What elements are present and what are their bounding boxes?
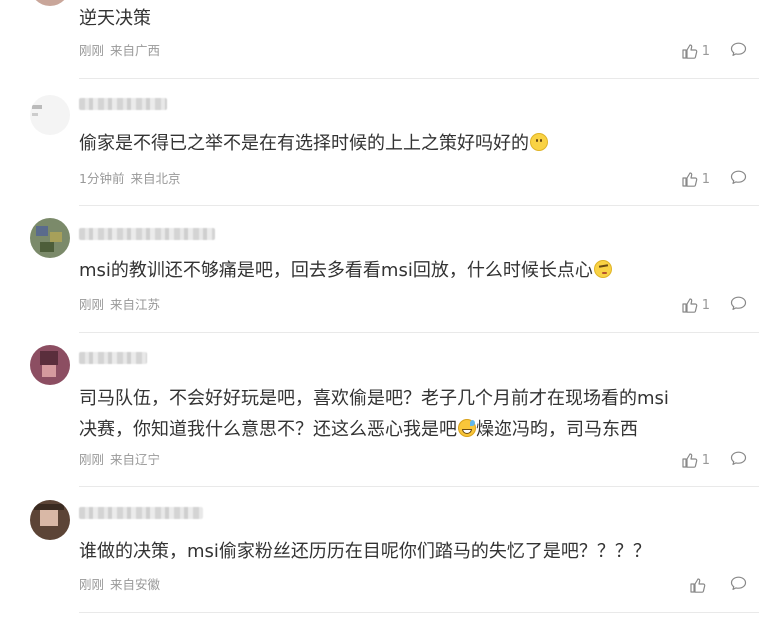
divider (79, 205, 759, 206)
like-count: 1 (701, 171, 710, 187)
comment-meta: 1分钟前 来自北京 (79, 171, 180, 187)
comment-text: 偷家是不得已之举不是在有选择时候的上上之策好吗好的 (79, 128, 739, 159)
comment-text: 司马队伍，不会好好玩是吧，喜欢偷是吧？老子几个月前才在现场看的msi 决赛，你知道… (79, 388, 669, 440)
divider (79, 78, 759, 79)
reply-button[interactable] (730, 576, 747, 595)
comment-time: 刚刚 (79, 577, 105, 592)
comment-meta: 刚刚 来自广西 (79, 43, 160, 59)
like-button[interactable]: 1 (682, 172, 710, 187)
comment-actions: 1 (682, 170, 747, 188)
comment-time: 刚刚 (79, 297, 105, 312)
like-count: 1 (701, 43, 710, 59)
thumbs-up-icon (682, 171, 698, 187)
comment-time: 1分钟前 (79, 171, 125, 186)
like-button[interactable] (690, 577, 710, 593)
divider (79, 486, 759, 487)
smile-emoji (530, 133, 548, 151)
avatar[interactable] (30, 345, 70, 385)
comment-actions (690, 576, 747, 594)
comment-bubble-icon (730, 170, 747, 189)
comment-location: 来自安徽 (110, 577, 161, 592)
comment-bubble-icon (730, 451, 747, 470)
reply-button[interactable] (730, 170, 747, 189)
like-button[interactable]: 1 (682, 453, 710, 468)
like-button[interactable]: 1 (682, 44, 710, 59)
like-count: 1 (701, 297, 710, 313)
comment-location: 来自江苏 (110, 297, 161, 312)
sweat-smile-emoji (458, 419, 476, 437)
thumbs-up-icon (690, 577, 706, 593)
comment-bubble-icon (730, 296, 747, 315)
comment-meta: 刚刚 来自江苏 (79, 297, 160, 313)
comment-meta: 刚刚 来自辽宁 (79, 452, 160, 468)
comment-actions: 1 (682, 42, 747, 60)
comment-text: 逆天决策 (79, 8, 151, 29)
reply-button[interactable] (730, 42, 747, 61)
comment-text: msi的教训还不够痛是吧，回去多看看msi回放，什么时候长点心 (79, 255, 739, 286)
thumbs-up-icon (682, 297, 698, 313)
comment-text: 谁做的决策，msi偷家粉丝还历历在目呢你们踏马的失忆了是吧？？？？ (79, 541, 651, 562)
avatar[interactable] (30, 95, 70, 135)
reply-button[interactable] (730, 451, 747, 470)
comment-location: 来自北京 (130, 171, 181, 186)
comment-bubble-icon (730, 42, 747, 61)
like-count: 1 (701, 452, 710, 468)
comment-location: 来自广西 (110, 43, 161, 58)
avatar[interactable] (30, 500, 70, 540)
reply-button[interactable] (730, 296, 747, 315)
comment-actions: 1 (682, 451, 747, 469)
comment-time: 刚刚 (79, 43, 105, 58)
avatar[interactable] (30, 0, 70, 6)
comment-meta: 刚刚 来自安徽 (79, 577, 160, 593)
username-blurred[interactable] (79, 352, 147, 364)
thumbs-up-icon (682, 43, 698, 59)
divider (79, 612, 759, 613)
username-blurred[interactable] (79, 98, 167, 110)
comment-actions: 1 (682, 296, 747, 314)
username-blurred[interactable] (79, 507, 203, 519)
comment-time: 刚刚 (79, 452, 105, 467)
divider (79, 332, 759, 333)
username-blurred[interactable] (79, 228, 215, 240)
avatar[interactable] (30, 218, 70, 258)
like-button[interactable]: 1 (682, 298, 710, 313)
thinking-emoji (593, 260, 612, 278)
thumbs-up-icon (682, 452, 698, 468)
comment-location: 来自辽宁 (110, 452, 161, 467)
comment-bubble-icon (730, 576, 747, 595)
